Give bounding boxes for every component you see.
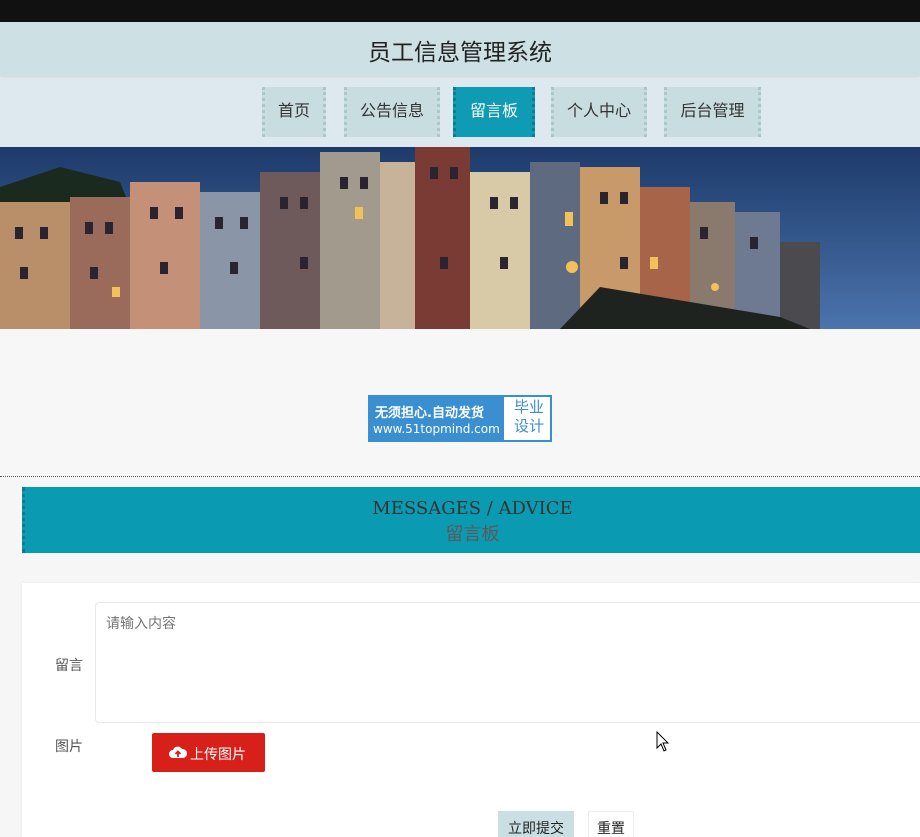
ad-line-2: www.51topmind.com: [373, 422, 500, 436]
ad-badge-line-2: 设计: [513, 417, 544, 435]
site-title: 员工信息管理系统: [368, 40, 552, 66]
nav-item-announcements[interactable]: 公告信息: [344, 87, 440, 137]
ad-right: 毕业 设计: [507, 398, 551, 436]
title-bar: 员工信息管理系统: [0, 22, 920, 77]
main-nav: 首页 公告信息 留言板 个人中心 后台管理: [0, 78, 920, 147]
browser-top-bar: [0, 0, 920, 22]
submit-button[interactable]: 立即提交: [498, 811, 574, 837]
nav-item-personal-center[interactable]: 个人中心: [551, 87, 647, 137]
nav-item-message-board[interactable]: 留言板: [453, 87, 535, 137]
ad-left: 无须担心.自动发货 www.51topmind.com: [370, 397, 504, 440]
section-title-en: MESSAGES / ADVICE: [372, 498, 573, 519]
ad-area: 无须担心.自动发货 www.51topmind.com 毕业 设计: [0, 329, 920, 477]
ad-line-1: 无须担心.自动发货: [375, 406, 484, 421]
upload-image-button[interactable]: 上传图片: [152, 733, 265, 772]
ad-badge-line-1: 毕业: [513, 398, 544, 416]
reset-button[interactable]: 重置: [588, 811, 634, 837]
section-header: MESSAGES / ADVICE 留言板: [22, 487, 920, 553]
image-label: 图片: [55, 739, 83, 755]
nav-item-admin[interactable]: 后台管理: [664, 87, 761, 137]
nav-item-home[interactable]: 首页: [262, 87, 326, 137]
message-input[interactable]: [95, 602, 920, 723]
upload-image-label: 上传图片: [190, 746, 246, 762]
cloud-upload-icon: [169, 745, 188, 762]
banner-image: [0, 147, 920, 329]
ad-badge[interactable]: 无须担心.自动发货 www.51topmind.com 毕业 设计: [368, 395, 552, 442]
message-form: 留言 图片 上传图片 立即提交 重置: [22, 583, 920, 837]
mouse-cursor-icon: [656, 730, 670, 757]
section-title-cn: 留言板: [445, 524, 500, 545]
message-label: 留言: [55, 658, 83, 674]
